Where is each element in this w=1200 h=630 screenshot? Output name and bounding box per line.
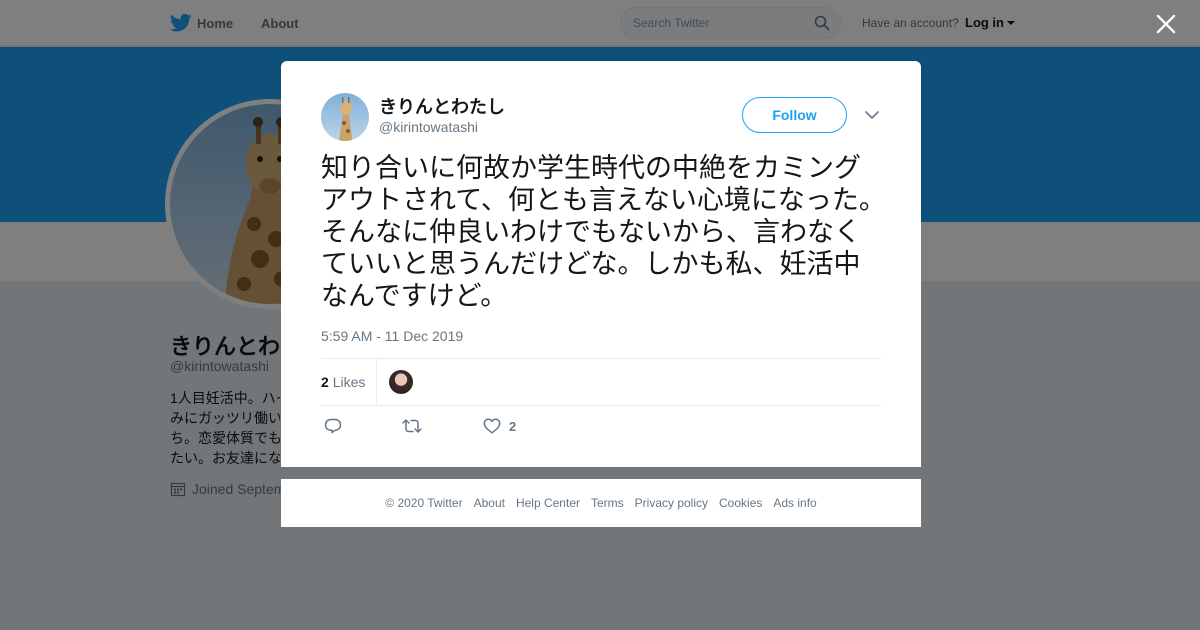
- retweet-button[interactable]: [402, 418, 422, 434]
- like-button[interactable]: 2: [483, 418, 516, 434]
- footer-link-about[interactable]: About: [474, 496, 505, 510]
- avatar[interactable]: [321, 93, 369, 141]
- footer-link-ads-info[interactable]: Ads info: [773, 496, 816, 510]
- reply-icon: [324, 418, 342, 434]
- tweet-timestamp[interactable]: 5:59 AM - 11 Dec 2019: [321, 328, 463, 344]
- tweet-actions: 2: [321, 414, 881, 438]
- footer-link-privacy[interactable]: Privacy policy: [635, 496, 708, 510]
- tweet-author-handle[interactable]: @kirintowatashi: [379, 119, 478, 135]
- retweet-icon: [402, 419, 422, 433]
- tweet-stats: 2 Likes: [321, 358, 881, 406]
- close-icon[interactable]: [1155, 13, 1177, 35]
- liker-avatar[interactable]: [389, 370, 413, 394]
- tweet-author-name[interactable]: きりんとわたし: [379, 93, 505, 119]
- footer-copyright: © 2020 Twitter: [385, 496, 463, 510]
- likes-label: Likes: [332, 374, 366, 390]
- follow-button[interactable]: Follow: [742, 97, 847, 133]
- footer-links: © 2020 Twitter About Help Center Terms P…: [281, 479, 921, 527]
- heart-icon: [483, 418, 501, 434]
- reply-button[interactable]: [324, 418, 342, 434]
- giraffe-photo: [339, 97, 352, 141]
- tweet-modal: きりんとわたし @kirintowatashi Follow 知り合いに何故か学…: [281, 61, 921, 467]
- footer-link-terms[interactable]: Terms: [591, 496, 624, 510]
- likes-count: 2: [321, 374, 329, 390]
- stats-divider: [376, 359, 377, 405]
- footer-link-help-center[interactable]: Help Center: [516, 496, 580, 510]
- footer-link-cookies[interactable]: Cookies: [719, 496, 762, 510]
- likes-stat[interactable]: 2 Likes: [321, 374, 365, 390]
- tweet-text: 知り合いに何故か学生時代の中絶をカミングアウトされて、何とも言えない心境になった…: [321, 153, 886, 312]
- chevron-down-icon[interactable]: [865, 110, 879, 120]
- like-count: 2: [509, 418, 517, 434]
